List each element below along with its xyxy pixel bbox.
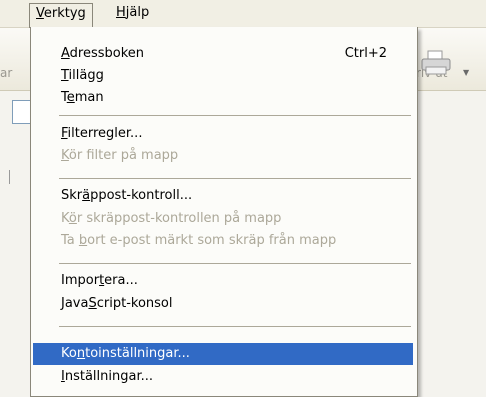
verktyg-dropdown-menu: Adressboken Ctrl+2 Tillägg Teman Filterr… <box>30 27 418 397</box>
item-label: ppost-kontroll... <box>90 188 193 203</box>
toolbar-left-label[interactable]: ar <box>0 66 12 80</box>
item-accel: ä <box>82 188 91 203</box>
item-accel: K <box>61 148 69 163</box>
print-dropdown-icon[interactable]: ▼ <box>463 68 469 77</box>
item-label: nställningar... <box>64 369 153 384</box>
item-label: illägg <box>68 68 104 83</box>
item-label: dressboken <box>69 46 145 61</box>
menu-verktyg-rest: erktyg <box>43 6 86 21</box>
divider <box>9 170 14 184</box>
item-accel: e <box>66 90 75 105</box>
menu-separator <box>59 178 411 179</box>
menu-item-installningar[interactable]: Inställningar... <box>33 366 413 388</box>
item-accel: b <box>78 233 88 248</box>
menu-item-kontoinstallningar[interactable]: Kontoinställningar... <box>33 343 413 365</box>
menu-verktyg[interactable]: Verktyg <box>29 3 93 28</box>
item-accel: T <box>61 68 69 83</box>
menu-item-ta-bort-skrap: Ta bort e-post märkt som skräp från mapp <box>33 230 413 252</box>
menu-hjalp[interactable]: Hjälp <box>110 3 155 23</box>
item-prefix: Ta <box>61 233 79 248</box>
item-prefix: Ko <box>61 346 77 361</box>
item-label: man <box>74 90 104 105</box>
item-prefix: Skr <box>61 188 83 203</box>
item-prefix: Impor <box>61 273 100 288</box>
item-accel: n <box>76 346 86 361</box>
item-prefix: K <box>61 211 69 226</box>
menu-item-skrappost-kontroll[interactable]: Skräppost-kontroll... <box>33 185 413 207</box>
menu-item-kor-filter: Kör filter på mapp <box>33 145 413 167</box>
menu-item-teman[interactable]: Teman <box>33 87 413 109</box>
menu-item-filterregler[interactable]: Filterregler... <box>33 123 413 145</box>
item-label: r skräppost-kontrollen på mapp <box>76 211 282 226</box>
menu-bar: Verktyg Hjälp <box>0 0 486 28</box>
item-accel: ö <box>68 211 77 226</box>
menu-item-tillagg[interactable]: Tillägg <box>33 65 413 87</box>
menu-separator <box>59 326 411 327</box>
item-accel: A <box>61 46 70 61</box>
menu-item-adressboken[interactable]: Adressboken Ctrl+2 <box>33 43 413 65</box>
item-label: toinställningar... <box>85 346 190 361</box>
menu-hjalp-rest: jälp <box>125 5 150 20</box>
menu-item-javascript-konsol[interactable]: JavaScript-konsol <box>33 293 413 315</box>
search-input[interactable] <box>12 100 32 124</box>
item-label: ort e-post märkt som skräp från mapp <box>87 233 337 248</box>
item-label: cript-konsol <box>96 296 173 311</box>
printer-icon[interactable] <box>420 50 454 80</box>
item-label: ör filter på mapp <box>68 148 179 163</box>
menu-verktyg-accel: V <box>36 6 44 21</box>
menu-separator <box>59 263 411 264</box>
menu-item-kor-skrappost: Kör skräppost-kontrollen på mapp <box>33 208 413 230</box>
item-accel: S <box>88 296 97 311</box>
menu-separator <box>59 115 411 116</box>
shortcut-label: Ctrl+2 <box>344 46 387 61</box>
item-label: era... <box>104 273 138 288</box>
item-label: ilterregler... <box>67 126 143 141</box>
menu-item-importera[interactable]: Importera... <box>33 270 413 292</box>
menu-hjalp-accel: H <box>116 5 126 20</box>
item-prefix: Java <box>61 296 89 311</box>
